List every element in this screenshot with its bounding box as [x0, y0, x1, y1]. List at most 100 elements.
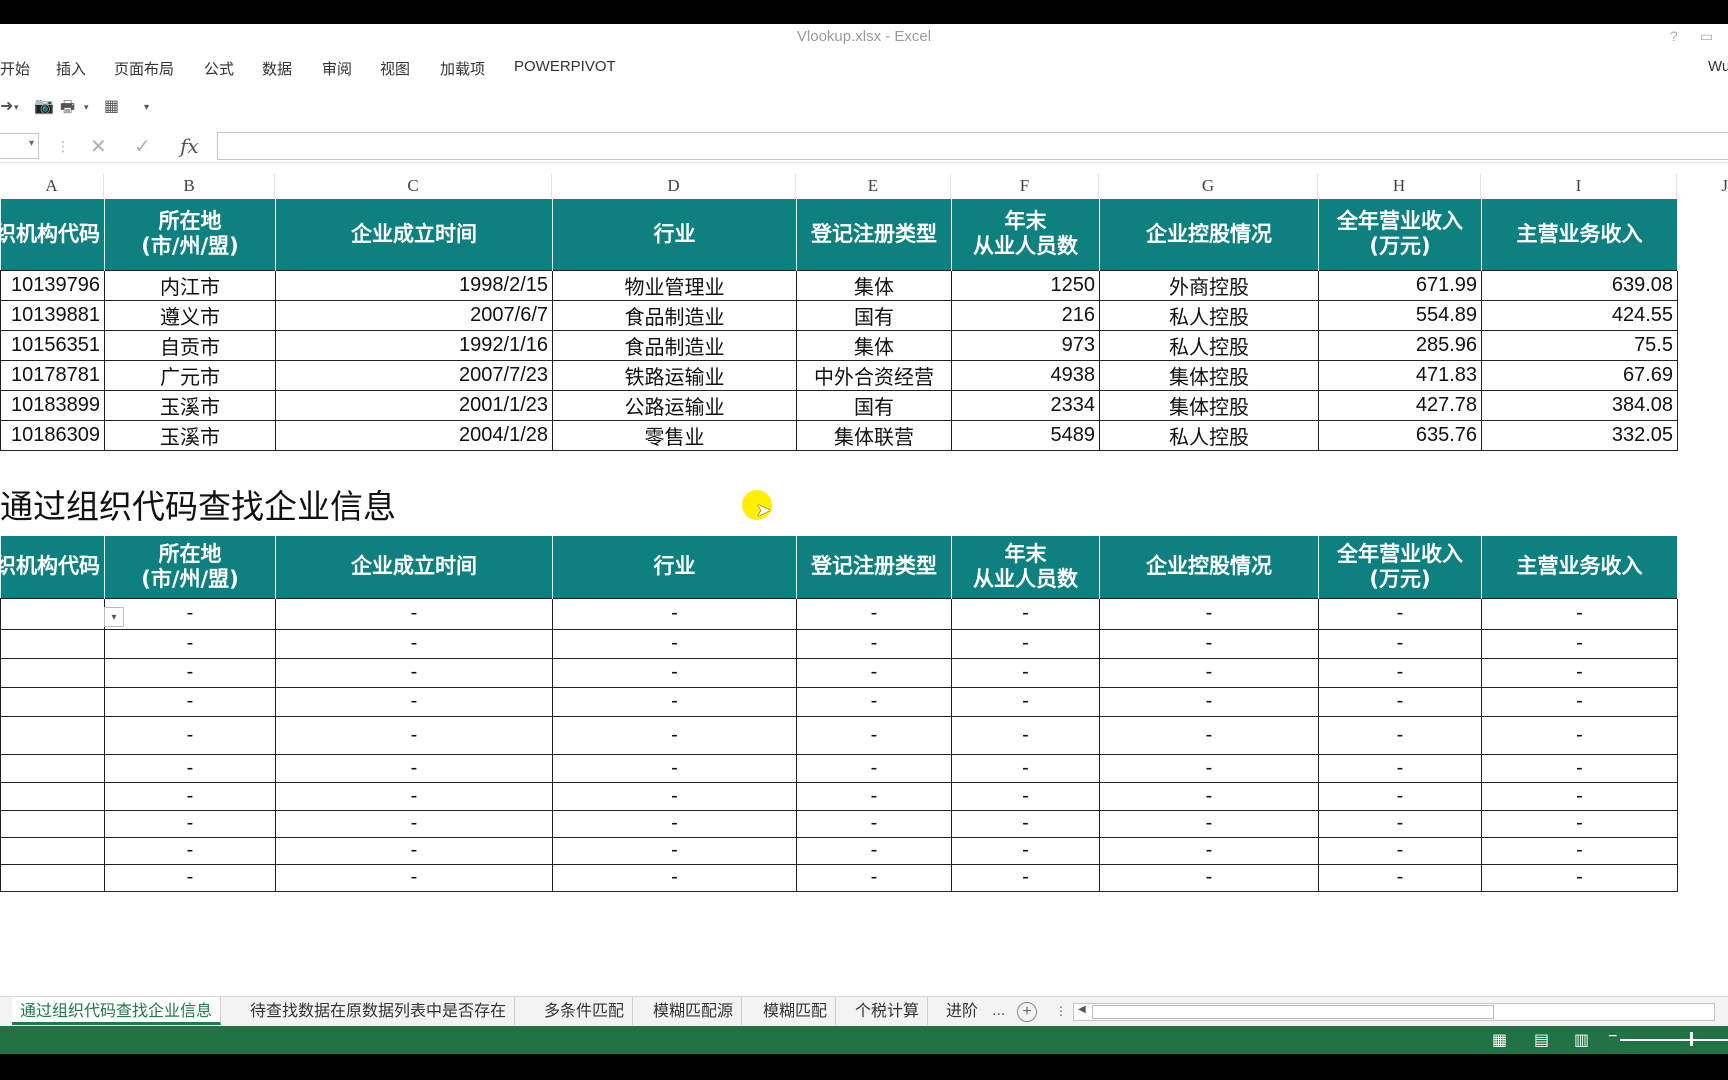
lookup-cell[interactable]: -: [275, 657, 553, 688]
column-header[interactable]: A: [0, 174, 104, 198]
cell-code[interactable]: 10178781: [0, 359, 105, 391]
lookup-cell[interactable]: -: [1481, 809, 1678, 838]
cell-employees[interactable]: 4938: [951, 359, 1100, 391]
lookup-cell[interactable]: -: [104, 686, 276, 717]
lookup-cell[interactable]: -: [275, 628, 553, 659]
tab-view[interactable]: 视图: [380, 58, 410, 79]
lookup-cell[interactable]: -: [275, 781, 553, 811]
cell-location[interactable]: 玉溪市: [104, 419, 276, 451]
column-header[interactable]: C: [275, 174, 552, 198]
lookup-cell[interactable]: -: [1481, 753, 1678, 783]
name-box[interactable]: ▾: [0, 133, 39, 159]
form-icon[interactable]: ▦: [104, 96, 119, 116]
column-header[interactable]: F: [951, 174, 1099, 198]
cancel-icon[interactable]: ✕: [90, 134, 107, 159]
cell-type[interactable]: 集体: [796, 329, 952, 361]
cell-date[interactable]: 2001/1/23: [275, 389, 553, 421]
lookup-cell[interactable]: -: [552, 753, 797, 783]
ribbon-display-icon[interactable]: ▭: [1700, 28, 1713, 45]
tab-home[interactable]: 开始: [0, 58, 30, 79]
cell-code[interactable]: 10139796: [0, 269, 105, 301]
lookup-cell[interactable]: -: [1099, 809, 1319, 838]
cell-ownership[interactable]: 集体控股: [1099, 389, 1319, 421]
lookup-cell[interactable]: -: [552, 597, 797, 630]
lookup-cell[interactable]: -: [796, 753, 952, 783]
header-employees[interactable]: 年末 从业人员数: [951, 536, 1100, 598]
lookup-cell[interactable]: -: [104, 836, 276, 865]
lookup-cell[interactable]: -: [796, 781, 952, 811]
lookup-cell[interactable]: -: [796, 628, 952, 659]
cell-location[interactable]: 广元市: [104, 359, 276, 391]
lookup-cell[interactable]: -: [1318, 686, 1482, 717]
cell-date[interactable]: 1998/2/15: [275, 269, 553, 301]
lookup-cell[interactable]: -: [275, 686, 553, 717]
lookup-cell[interactable]: -: [104, 597, 276, 630]
lookup-cell[interactable]: -: [1481, 781, 1678, 811]
lookup-cell[interactable]: -: [796, 863, 952, 892]
lookup-cell[interactable]: -: [275, 836, 553, 865]
lookup-cell[interactable]: -: [104, 628, 276, 659]
tab-addins[interactable]: 加载项: [440, 58, 485, 79]
cell-location[interactable]: 自贡市: [104, 329, 276, 361]
lookup-cell[interactable]: -: [1481, 863, 1678, 892]
column-header[interactable]: J: [1677, 174, 1728, 198]
column-header[interactable]: G: [1099, 174, 1318, 198]
header-founded[interactable]: 企业成立时间: [275, 536, 553, 598]
lookup-input-cell[interactable]: [0, 597, 105, 630]
lookup-cell[interactable]: -: [1099, 836, 1319, 865]
lookup-cell[interactable]: -: [951, 715, 1100, 755]
sheet-tab[interactable]: 模糊匹配: [755, 997, 837, 1025]
lookup-cell[interactable]: -: [951, 597, 1100, 630]
header-main-revenue[interactable]: 主营业务收入: [1481, 536, 1678, 598]
lookup-cell[interactable]: -: [1318, 597, 1482, 630]
lookup-cell[interactable]: -: [1318, 809, 1482, 838]
column-header[interactable]: B: [104, 174, 275, 198]
lookup-cell[interactable]: -: [1099, 715, 1319, 755]
lookup-cell[interactable]: -: [951, 809, 1100, 838]
cell-type[interactable]: 国有: [796, 389, 952, 421]
header-founded[interactable]: 企业成立时间: [275, 199, 553, 270]
insert-function-icon[interactable]: fx: [180, 134, 199, 158]
header-org-code[interactable]: 组织机构代码: [0, 536, 105, 598]
lookup-cell[interactable]: -: [951, 753, 1100, 783]
lookup-cell[interactable]: -: [796, 715, 952, 755]
column-header[interactable]: H: [1318, 174, 1481, 198]
lookup-cell[interactable]: -: [951, 863, 1100, 892]
lookup-cell[interactable]: -: [552, 686, 797, 717]
chevron-down-icon[interactable]: ▾: [14, 102, 19, 113]
cell-industry[interactable]: 物业管理业: [552, 269, 797, 301]
scroll-thumb[interactable]: [1092, 1005, 1494, 1019]
lookup-cell[interactable]: -: [104, 715, 276, 755]
redo-icon[interactable]: ➜: [0, 96, 13, 116]
lookup-cell[interactable]: -: [951, 836, 1100, 865]
lookup-cell[interactable]: -: [951, 781, 1100, 811]
cell-code[interactable]: 10186309: [0, 419, 105, 451]
more-options-icon[interactable]: ⋮: [56, 138, 70, 155]
lookup-cell[interactable]: -: [104, 657, 276, 688]
cell-industry[interactable]: 食品制造业: [552, 329, 797, 361]
lookup-cell[interactable]: -: [275, 863, 553, 892]
lookup-cell[interactable]: -: [796, 686, 952, 717]
tab-powerpivot[interactable]: POWERPIVOT: [514, 58, 616, 75]
column-header[interactable]: I: [1481, 174, 1677, 198]
lookup-input-cell[interactable]: [0, 781, 105, 811]
lookup-cell[interactable]: -: [104, 753, 276, 783]
lookup-cell[interactable]: -: [104, 781, 276, 811]
cell-main-revenue[interactable]: 424.55: [1481, 299, 1678, 331]
scroll-left-icon[interactable]: ◀: [1078, 1004, 1086, 1015]
header-industry[interactable]: 行业: [552, 199, 797, 270]
sheet-tab-active[interactable]: 通过组织代码查找企业信息: [12, 997, 222, 1025]
cell-industry[interactable]: 铁路运输业: [552, 359, 797, 391]
lookup-cell[interactable]: -: [1099, 597, 1319, 630]
header-revenue[interactable]: 全年营业收入 (万元): [1318, 536, 1482, 598]
cell-ownership[interactable]: 私人控股: [1099, 419, 1319, 451]
tab-insert[interactable]: 插入: [56, 58, 86, 79]
lookup-input-cell[interactable]: [0, 753, 105, 783]
cell-industry[interactable]: 食品制造业: [552, 299, 797, 331]
cell-ownership[interactable]: 私人控股: [1099, 299, 1319, 331]
lookup-cell[interactable]: -: [275, 597, 553, 630]
cell-revenue[interactable]: 635.76: [1318, 419, 1482, 451]
header-location[interactable]: 所在地 (市/州/盟): [104, 536, 276, 598]
header-employees[interactable]: 年末 从业人员数: [951, 199, 1100, 270]
lookup-cell[interactable]: -: [1481, 686, 1678, 717]
